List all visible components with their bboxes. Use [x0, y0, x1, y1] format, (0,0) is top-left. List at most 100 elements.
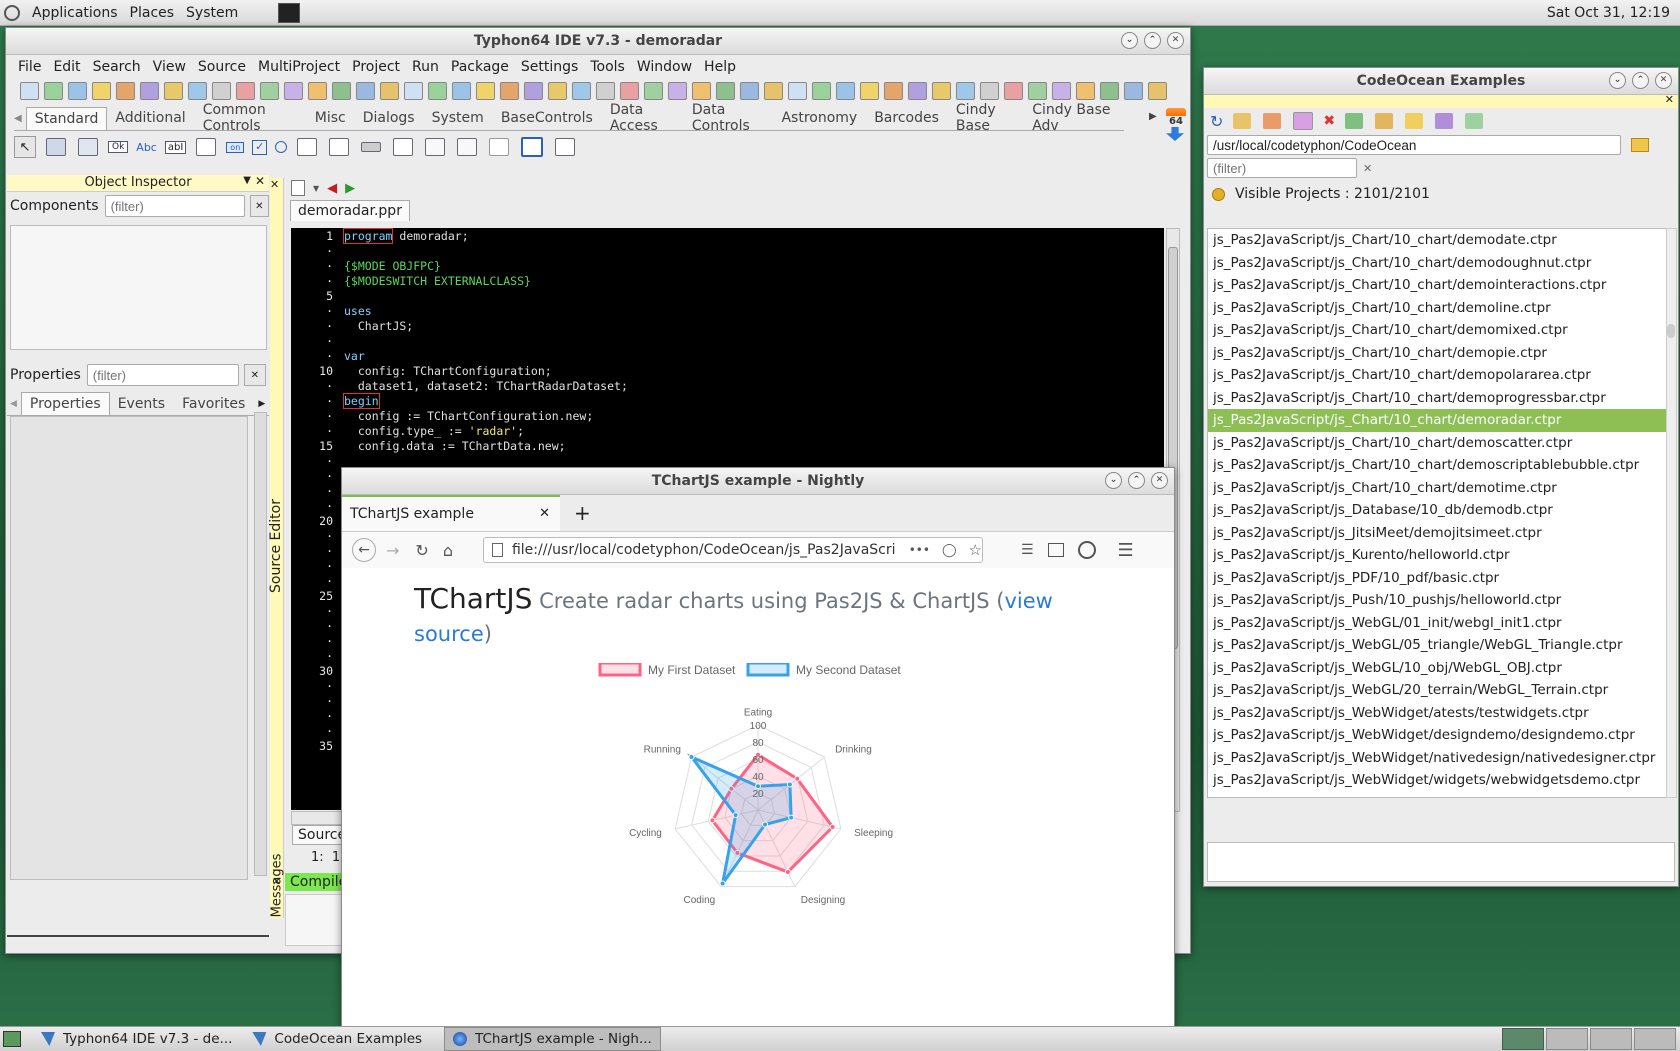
project-list-item[interactable]: js_Pas2JavaScript/js_WebWidget/nativedes…: [1208, 747, 1668, 770]
ide-titlebar[interactable]: Typhon64 IDE v7.3 - demoradar ⌄ ⌃ ✕: [6, 28, 1190, 55]
url-text[interactable]: file:///usr/local/codetyphon/CodeOcean/j…: [512, 542, 897, 558]
save-tool-icon[interactable]: [68, 82, 87, 100]
project-list-item[interactable]: js_Pas2JavaScript/js_WebGL/01_init/webgl…: [1208, 612, 1668, 635]
palette-tab-astronomy[interactable]: Astronomy: [773, 107, 866, 129]
account-icon[interactable]: [1077, 541, 1096, 559]
tlistbox-icon[interactable]: [297, 138, 318, 156]
new-unit-tool-icon[interactable]: [44, 82, 63, 100]
task-ide[interactable]: Typhon64 IDE v7.3 - de...: [33, 1028, 240, 1050]
project-list-item[interactable]: js_Pas2JavaScript/js_Push/10_pushjs/hell…: [1208, 589, 1668, 612]
find-tool-icon[interactable]: [164, 82, 183, 100]
sidebar-icon[interactable]: [1047, 543, 1064, 557]
workspace-2[interactable]: [1546, 1028, 1588, 1050]
tlabel-icon[interactable]: Abc: [136, 141, 157, 154]
view-units-tool-icon[interactable]: [692, 82, 711, 100]
menu-project[interactable]: Project: [352, 59, 400, 75]
project-list-item[interactable]: js_Pas2JavaScript/js_WebGL/05_triangle/W…: [1208, 634, 1668, 657]
tree-icon[interactable]: [1435, 113, 1454, 129]
clear-filter-icon[interactable]: ✕: [249, 195, 269, 217]
view-units-tool-icon[interactable]: [308, 82, 327, 100]
code-line[interactable]: program demoradar;: [342, 228, 628, 244]
task-codeocean[interactable]: CodeOcean Examples: [244, 1028, 430, 1050]
library-icon[interactable]: ☰: [1021, 542, 1034, 558]
options-tool-icon[interactable]: [740, 82, 759, 100]
replace-tool-icon[interactable]: [188, 82, 207, 100]
options-tool-icon[interactable]: [1124, 82, 1143, 100]
project-list-item[interactable]: js_Pas2JavaScript/js_Database/10_db/demo…: [1208, 499, 1668, 522]
project-list-item[interactable]: js_Pas2JavaScript/js_WebWidget/atests/te…: [1208, 702, 1668, 725]
inspector-left-arrow-icon[interactable]: ◀: [10, 399, 17, 409]
new-tool-icon[interactable]: [20, 82, 39, 100]
menu-edit[interactable]: Edit: [53, 59, 80, 75]
tcheckbox-icon[interactable]: ✓: [252, 139, 268, 155]
browser-maximize-icon[interactable]: ⌃: [1128, 472, 1145, 489]
folder-icon[interactable]: [1405, 113, 1424, 129]
download-arrow-icon[interactable]: [1166, 127, 1184, 141]
terminal-launcher-icon[interactable]: [278, 2, 301, 23]
toggle-form-tool-icon[interactable]: [668, 82, 687, 100]
palette-tab-dialogs[interactable]: Dialogs: [355, 107, 424, 129]
palette-tab-system[interactable]: System: [424, 107, 493, 129]
properties-scrollbar[interactable]: [254, 412, 267, 876]
clear-codeocean-filter-icon[interactable]: ✕: [1363, 162, 1372, 175]
component-tree[interactable]: [10, 225, 267, 350]
close-panel-icon[interactable]: ✕: [255, 174, 265, 188]
tscrollbar-icon[interactable]: [361, 142, 382, 152]
workspace-1[interactable]: [1502, 1028, 1544, 1050]
palette-tab-common-controls[interactable]: Common Controls: [195, 99, 307, 137]
properties-filter-input[interactable]: [86, 364, 239, 386]
open-tool-icon[interactable]: [500, 82, 519, 100]
save-tool-icon[interactable]: [452, 82, 471, 100]
palette-tab-standard[interactable]: Standard: [25, 106, 108, 130]
editor-dropdown-icon[interactable]: ▼: [313, 184, 319, 193]
refresh-icon[interactable]: ↻: [1210, 112, 1223, 131]
options-icon[interactable]: [1345, 113, 1364, 129]
palette-tab-cindy-base-adv[interactable]: Cindy Base Adv: [1024, 99, 1124, 137]
tradiogroup-icon[interactable]: [425, 138, 446, 156]
project-list-item[interactable]: js_Pas2JavaScript/js_Chart/10_chart/demo…: [1208, 274, 1668, 297]
search-tool-icon[interactable]: [908, 82, 927, 100]
step-tool-icon[interactable]: [644, 82, 663, 100]
options-tool-icon[interactable]: [356, 82, 375, 100]
project-list-item[interactable]: js_Pas2JavaScript/js_Chart/10_chart/demo…: [1208, 319, 1668, 342]
build-tool-icon[interactable]: [596, 82, 615, 100]
menu-view[interactable]: View: [153, 59, 186, 75]
project-list-item[interactable]: js_Pas2JavaScript/js_WebGL/20_terrain/We…: [1208, 679, 1668, 702]
codeocean-titlebar[interactable]: CodeOcean Examples ⌄ ⌃ ✕: [1204, 68, 1678, 95]
pin-icon[interactable]: ▼: [243, 175, 251, 186]
run-tool-icon[interactable]: [1004, 82, 1023, 100]
code-line[interactable]: uses: [344, 304, 628, 319]
project-list-item[interactable]: js_Pas2JavaScript/js_Chart/10_chart/demo…: [1208, 297, 1668, 320]
inspector-right-arrow-icon[interactable]: ▶: [258, 399, 265, 409]
view-forms-tool-icon[interactable]: [716, 82, 735, 100]
project-list-item[interactable]: js_Pas2JavaScript/js_Chart/10_chart/demo…: [1208, 387, 1668, 410]
places-menu[interactable]: Places: [130, 5, 175, 21]
system-menu[interactable]: System: [186, 5, 238, 21]
codeocean-filter-input[interactable]: [1207, 158, 1357, 178]
menu-package[interactable]: Package: [451, 59, 509, 75]
project-list-item[interactable]: js_Pas2JavaScript/js_Kurento/helloworld.…: [1208, 544, 1668, 567]
code-line[interactable]: {$MODESWITCH EXTERNALCLASS}: [344, 274, 628, 289]
tgroupbox-icon[interactable]: [393, 138, 414, 156]
settings-icon[interactable]: [1465, 113, 1484, 129]
source-editor-close-icon[interactable]: ✕: [270, 178, 279, 191]
reload-icon[interactable]: ↻: [415, 541, 428, 560]
project-list-item[interactable]: js_Pas2JavaScript/js_WebWidget/designdem…: [1208, 724, 1668, 747]
project-list-item[interactable]: js_Pas2JavaScript/js_Chart/10_chart/demo…: [1208, 229, 1668, 252]
view-units-tool-icon[interactable]: [1076, 82, 1095, 100]
code-text[interactable]: program demoradar; {$MODE OBJFPC} {$MODESW…: [342, 228, 628, 454]
clock[interactable]: Sat Oct 31, 12:19: [1547, 5, 1670, 21]
codeocean-maximize-icon[interactable]: ⌃: [1632, 72, 1649, 89]
find-tool-icon[interactable]: [548, 82, 567, 100]
code-line[interactable]: begin: [343, 393, 628, 409]
clear-properties-filter-icon[interactable]: ✕: [243, 364, 266, 386]
project-list-item[interactable]: js_Pas2JavaScript/js_PDF/10_pdf/basic.ct…: [1208, 567, 1668, 590]
code-line[interactable]: {$MODE OBJFPC}: [344, 259, 628, 274]
save-all-tool-icon[interactable]: [476, 82, 495, 100]
menu-tools[interactable]: Tools: [590, 59, 625, 75]
project-list-item[interactable]: js_Pas2JavaScript/js_Chart/10_chart/demo…: [1208, 432, 1668, 455]
tframe-icon[interactable]: [521, 137, 544, 157]
tcombobox-icon[interactable]: [329, 138, 350, 156]
pocket-icon[interactable]: ◯: [942, 543, 957, 558]
save-tool-icon[interactable]: [836, 82, 855, 100]
